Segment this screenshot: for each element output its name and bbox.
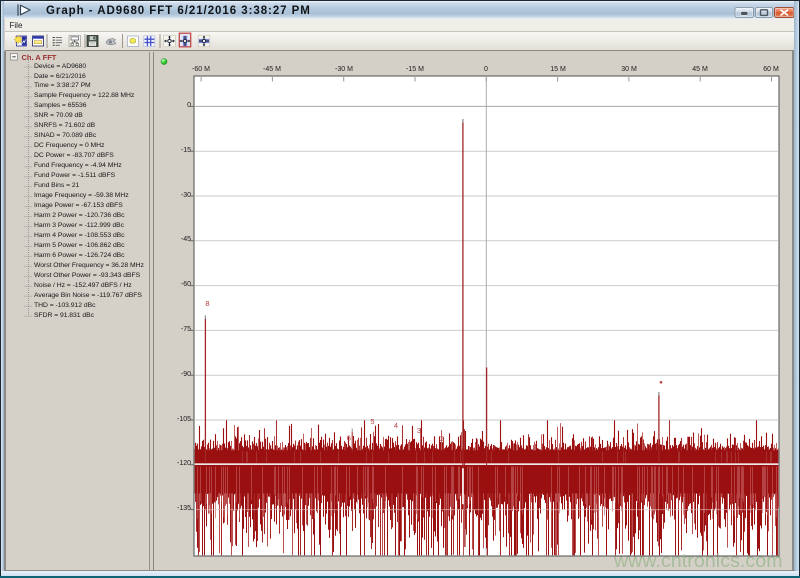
svg-text:2: 2 — [440, 434, 444, 443]
svg-text:5: 5 — [370, 417, 374, 426]
svg-text:3: 3 — [417, 426, 421, 435]
svg-text:6: 6 — [347, 434, 351, 443]
svg-text:4: 4 — [394, 421, 398, 430]
svg-text:8: 8 — [205, 299, 209, 308]
